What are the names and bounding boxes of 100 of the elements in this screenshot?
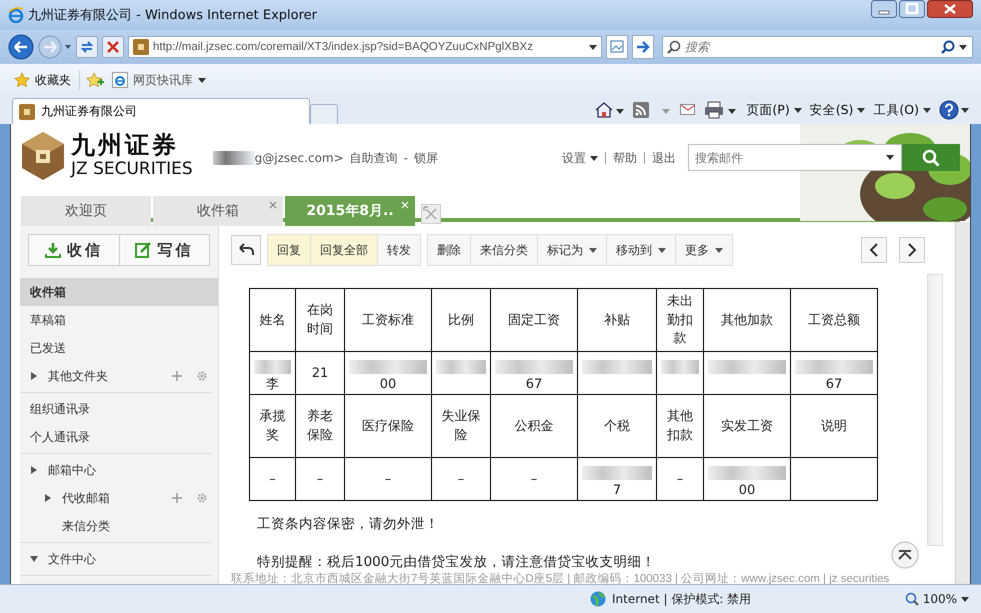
compose-button[interactable]: 写信 (118, 235, 209, 265)
caret-icon (959, 45, 967, 50)
caret-icon (715, 248, 723, 252)
ie-logo-icon (8, 7, 24, 23)
menu-link[interactable]: 帮助 (613, 150, 637, 166)
separator-text: - (404, 151, 408, 165)
menu-link[interactable]: 设置 (562, 150, 598, 166)
table-cell: 失业保险 (442, 409, 480, 443)
table-cell: 养老保险 (307, 409, 333, 443)
caret-icon (886, 155, 894, 160)
toolbar-button[interactable]: 删除 (428, 235, 470, 265)
search-icon (922, 148, 940, 166)
home-icon[interactable] (594, 101, 624, 119)
table-cell: 67 (826, 377, 842, 392)
search-icon[interactable] (941, 40, 955, 54)
menu-button[interactable]: 安全(S) (810, 102, 866, 118)
table-cell: 个税 (604, 418, 630, 434)
table-cell: 补贴 (604, 312, 630, 328)
folder-item[interactable]: 文件中心 (20, 545, 212, 573)
table-cell: 医疗保险 (362, 418, 414, 434)
table-cell: 比例 (448, 312, 474, 328)
folder-item[interactable]: 组织通讯录 (20, 395, 212, 423)
scrollbar[interactable] (927, 274, 943, 546)
maximize-icon[interactable] (899, 0, 925, 18)
caret-icon (590, 156, 598, 160)
add-favorite-icon[interactable] (86, 72, 104, 88)
table-cell: – (530, 472, 538, 487)
table-cell: 实发工资 (721, 418, 773, 434)
table-cell: 7 (612, 483, 622, 498)
receive-button[interactable]: 收信 (29, 235, 118, 265)
logo-icon (21, 131, 65, 181)
favorites-button[interactable]: 收藏夹 (12, 70, 73, 90)
plus-icon[interactable] (172, 371, 182, 381)
table-cell: 公积金 (514, 418, 554, 434)
folder-item[interactable]: 来信分类 (20, 512, 212, 540)
toolbar-button[interactable]: 移动到 (606, 235, 675, 265)
toolbar-button[interactable]: 来信分类 (470, 235, 537, 265)
address-field[interactable]: http://mail.jzsec.com/coremail/XT3/index.jsp?sid=BAQOYZuuCxNPglXBXz (128, 36, 602, 58)
window-title: 九州证券有限公司 - Windows Internet Explorer (28, 7, 317, 24)
star-icon (14, 72, 30, 88)
folder-item[interactable]: 已发送 (20, 334, 212, 362)
stop-icon[interactable] (102, 36, 124, 58)
table-cell: 承揽奖 (260, 409, 286, 443)
table-cell: 李 (266, 377, 279, 392)
scrollbar[interactable] (955, 222, 970, 584)
scroll-top-icon[interactable] (891, 541, 919, 569)
logo-text: JZ SECURITIES (71, 161, 193, 178)
menu-button[interactable]: 页面(P) (746, 102, 802, 118)
printer-icon[interactable] (704, 101, 738, 119)
feed-icon[interactable] (632, 101, 672, 119)
caret-icon (857, 108, 866, 112)
mail-icon[interactable] (680, 103, 696, 117)
minimize-icon[interactable] (871, 0, 897, 18)
security-zone[interactable]: Internet | 保护模式: 禁用 (590, 590, 752, 608)
folder-item[interactable]: 其他文件夹 (20, 362, 212, 390)
magnifier-icon (904, 592, 919, 606)
toolbar-button[interactable]: 更多 (675, 235, 732, 265)
search-field[interactable]: 搜索 (662, 36, 973, 58)
help-icon[interactable] (939, 100, 969, 120)
folder-item[interactable]: 邮箱中心 (20, 456, 212, 484)
toolbar-button[interactable]: 转发 (377, 235, 420, 265)
table-cell: – (316, 472, 324, 487)
chevron-right-icon[interactable] (899, 237, 925, 263)
caret-icon (198, 78, 206, 82)
chevron-left-icon[interactable] (861, 237, 887, 263)
search-button[interactable] (902, 144, 960, 171)
table-cell: 姓名 (260, 312, 286, 328)
close-icon[interactable] (927, 0, 973, 18)
table-cell: – (458, 472, 464, 487)
link[interactable]: 自助查询 (350, 150, 398, 166)
table-cell: 工资总额 (808, 312, 860, 328)
search-field[interactable]: 搜索邮件 (688, 144, 902, 171)
site-icon (133, 39, 149, 55)
caret-icon (923, 108, 931, 112)
menu-link[interactable]: 退出 (652, 150, 676, 166)
caret-icon (589, 248, 597, 252)
zoom-button[interactable]: 100% (904, 592, 969, 606)
folder-item[interactable]: 代收邮箱 (20, 484, 212, 512)
toolbar-button[interactable]: 回复 (268, 235, 310, 265)
caret-icon (658, 248, 666, 252)
toolbar-button[interactable]: 标记为 (537, 235, 606, 265)
link[interactable]: 锁屏 (414, 150, 438, 166)
folder-item[interactable]: 个人通讯录 (20, 423, 212, 451)
table-cell: 00 (738, 483, 756, 498)
mail-tab[interactable]: 收件箱 (153, 196, 283, 226)
toolbar-button[interactable]: 回复全部 (310, 235, 377, 265)
table-cell: 00 (380, 377, 396, 392)
web-slice-gallery-button[interactable]: 网页快讯库 (110, 70, 208, 90)
folder-item[interactable]: 草稿箱 (20, 306, 212, 334)
plus-icon[interactable] (172, 493, 182, 503)
refresh-icon[interactable] (76, 36, 98, 58)
pencil-square-icon (135, 242, 152, 258)
folder-item[interactable]: 收件箱 (20, 278, 218, 306)
table-cell: 未出勤扣款 (667, 294, 693, 346)
menu-button[interactable]: 工具(O) (873, 102, 931, 118)
browser-tab[interactable]: 九州证券有限公司 (12, 98, 310, 124)
back-icon[interactable] (8, 34, 34, 60)
search-icon (667, 40, 681, 54)
table-cell: 在岗时间 (307, 303, 333, 337)
mail-tab[interactable]: 欢迎页 (21, 196, 151, 226)
